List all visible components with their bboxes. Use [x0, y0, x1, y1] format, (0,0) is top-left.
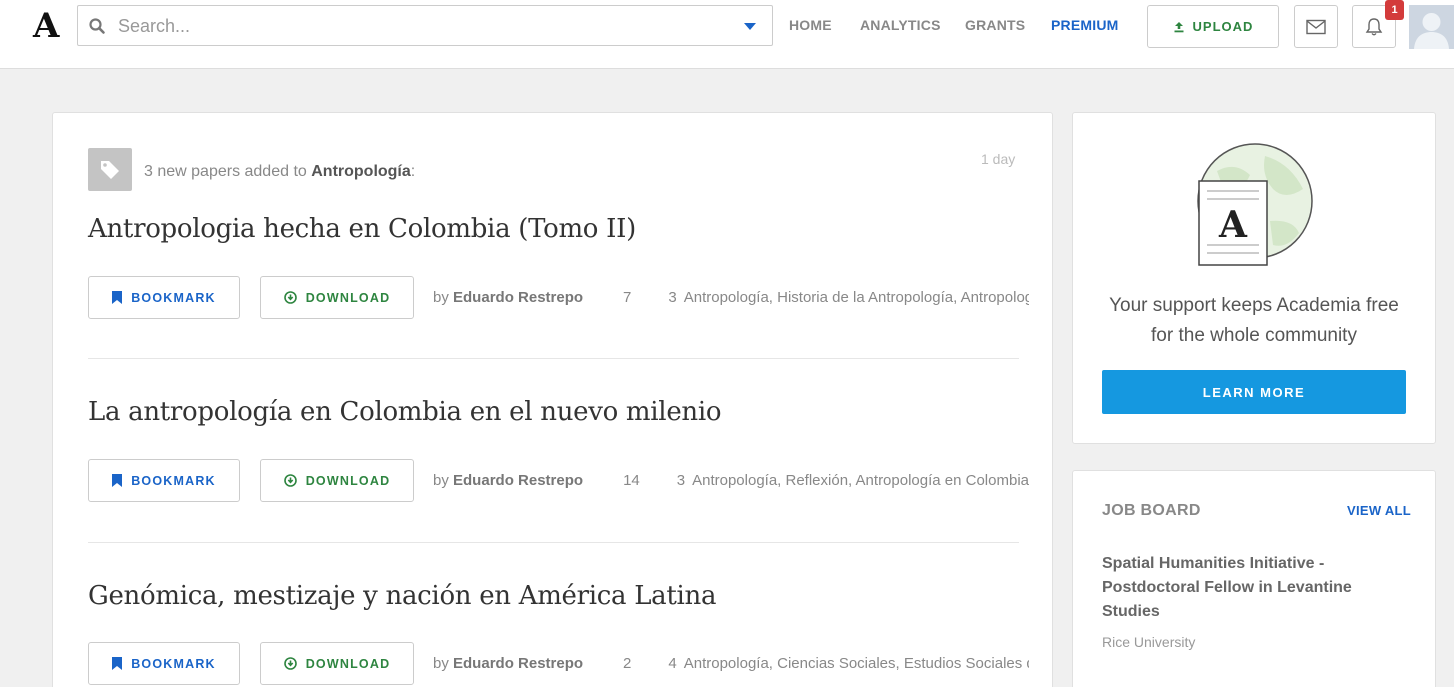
- job-title-link[interactable]: Spatial Humanities Initiative - Postdoct…: [1102, 552, 1362, 624]
- view-count: 7: [623, 288, 632, 306]
- globe-paper-illustration-icon: A: [1197, 143, 1313, 266]
- job-board-heading: JOB BOARD: [1102, 502, 1201, 519]
- bookmark-icon: [112, 657, 123, 670]
- upload-button[interactable]: UPLOAD: [1147, 5, 1279, 48]
- author-prefix: by: [433, 654, 449, 672]
- default-avatar-icon: [1409, 5, 1454, 49]
- envelope-icon: [1306, 19, 1326, 34]
- search-box[interactable]: [77, 5, 773, 46]
- paper-title-link[interactable]: La antropología en Colombia en el nuevo …: [88, 397, 722, 427]
- paper-divider: [88, 358, 1019, 359]
- learn-more-button[interactable]: LEARN MORE: [1102, 370, 1406, 414]
- download-button-label: DOWNLOAD: [305, 656, 391, 671]
- paper-title-link[interactable]: Genómica, mestizaje y nación en América …: [88, 581, 716, 611]
- search-icon: [89, 18, 105, 34]
- notification-count-badge: 1: [1385, 0, 1404, 20]
- user-avatar[interactable]: [1409, 5, 1454, 49]
- download-icon: [283, 657, 297, 670]
- download-button[interactable]: DOWNLOAD: [260, 276, 414, 319]
- nav-grants-link[interactable]: GRANTS: [965, 17, 1025, 33]
- support-message-line-2: for the whole community: [1151, 325, 1357, 346]
- search-input[interactable]: [118, 11, 718, 41]
- view-count: 2: [623, 654, 632, 672]
- paper-tags[interactable]: Antropología, Ciencias Sociales, Estudio…: [684, 655, 1029, 672]
- download-button[interactable]: DOWNLOAD: [260, 642, 414, 685]
- download-icon: [283, 291, 297, 304]
- messages-button[interactable]: [1294, 5, 1338, 48]
- bookmark-icon: [112, 291, 123, 304]
- job-board-card: JOB BOARD VIEW ALL Spatial Humanities In…: [1072, 470, 1436, 687]
- bookmark-button-label: BOOKMARK: [131, 473, 216, 488]
- bell-icon: [1365, 17, 1383, 35]
- support-message: Your support keeps Academia free for the…: [1073, 291, 1435, 351]
- download-button[interactable]: DOWNLOAD: [260, 459, 414, 502]
- tag-icon: [101, 160, 119, 179]
- author-link[interactable]: Eduardo Restrepo: [453, 655, 583, 672]
- paper-meta: by Eduardo Restrepo 2 4 Antropología, Ci…: [433, 651, 1029, 675]
- nav-home-link[interactable]: HOME: [789, 17, 832, 33]
- paper-tags[interactable]: Antropología, Reflexión, Antropología en…: [692, 472, 1029, 489]
- bookmark-button-label: BOOKMARK: [131, 290, 216, 305]
- view-all-jobs-link[interactable]: VIEW ALL: [1347, 503, 1411, 518]
- support-message-line-1: Your support keeps Academia free: [1109, 295, 1399, 316]
- author-prefix: by: [433, 471, 449, 489]
- support-academia-card: A Your support keeps Academia free for t…: [1072, 112, 1436, 444]
- tag-count: 3: [676, 471, 686, 489]
- bookmark-button[interactable]: BOOKMARK: [88, 642, 240, 685]
- author-prefix: by: [433, 288, 449, 306]
- job-organization: Rice University: [1102, 634, 1196, 650]
- nav-analytics-link[interactable]: ANALYTICS: [860, 17, 941, 33]
- feed-notice-topic-link[interactable]: Antropología: [311, 163, 411, 180]
- paper-tags[interactable]: Antropología, Historia de la Antropologí…: [684, 289, 1029, 306]
- bookmark-button[interactable]: BOOKMARK: [88, 276, 240, 319]
- author-link[interactable]: Eduardo Restrepo: [453, 289, 583, 306]
- download-icon: [283, 474, 297, 487]
- feed-notice-text: 3 new papers added to: [144, 163, 312, 180]
- topic-tag-icon-box: [88, 148, 132, 191]
- search-dropdown-caret-icon[interactable]: [744, 23, 756, 30]
- download-button-label: DOWNLOAD: [305, 473, 391, 488]
- tag-count: 4: [668, 654, 677, 672]
- feed-notice-suffix: :: [410, 163, 416, 180]
- bookmark-icon: [112, 474, 123, 487]
- academia-logo[interactable]: A: [33, 6, 59, 46]
- support-logo-letter: A: [1218, 204, 1248, 246]
- upload-button-label: UPLOAD: [1192, 19, 1254, 34]
- paper-meta: by Eduardo Restrepo 14 3 Antropología, R…: [433, 468, 1029, 492]
- view-count: 14: [623, 471, 640, 489]
- paper-meta: by Eduardo Restrepo 7 3 Antropología, Hi…: [433, 285, 1029, 309]
- tag-count: 3: [668, 288, 677, 306]
- nav-premium-link[interactable]: PREMIUM: [1051, 17, 1119, 33]
- top-navigation-bar: A HOME ANALYTICS GRANTS PREMIUM UPLOAD 1: [0, 0, 1454, 69]
- bookmark-button-label: BOOKMARK: [131, 656, 216, 671]
- news-feed-card: 3 new papers added to Antropología: 1 da…: [52, 112, 1053, 687]
- feed-notice: 3 new papers added to Antropología:: [144, 163, 415, 181]
- bookmark-button[interactable]: BOOKMARK: [88, 459, 240, 502]
- paper-title-link[interactable]: Antropologia hecha en Colombia (Tomo II): [88, 214, 636, 244]
- download-button-label: DOWNLOAD: [305, 290, 391, 305]
- feed-timestamp: 1 day: [981, 151, 1016, 167]
- paper-divider: [88, 542, 1019, 543]
- upload-icon: [1174, 21, 1184, 32]
- author-link[interactable]: Eduardo Restrepo: [453, 472, 583, 489]
